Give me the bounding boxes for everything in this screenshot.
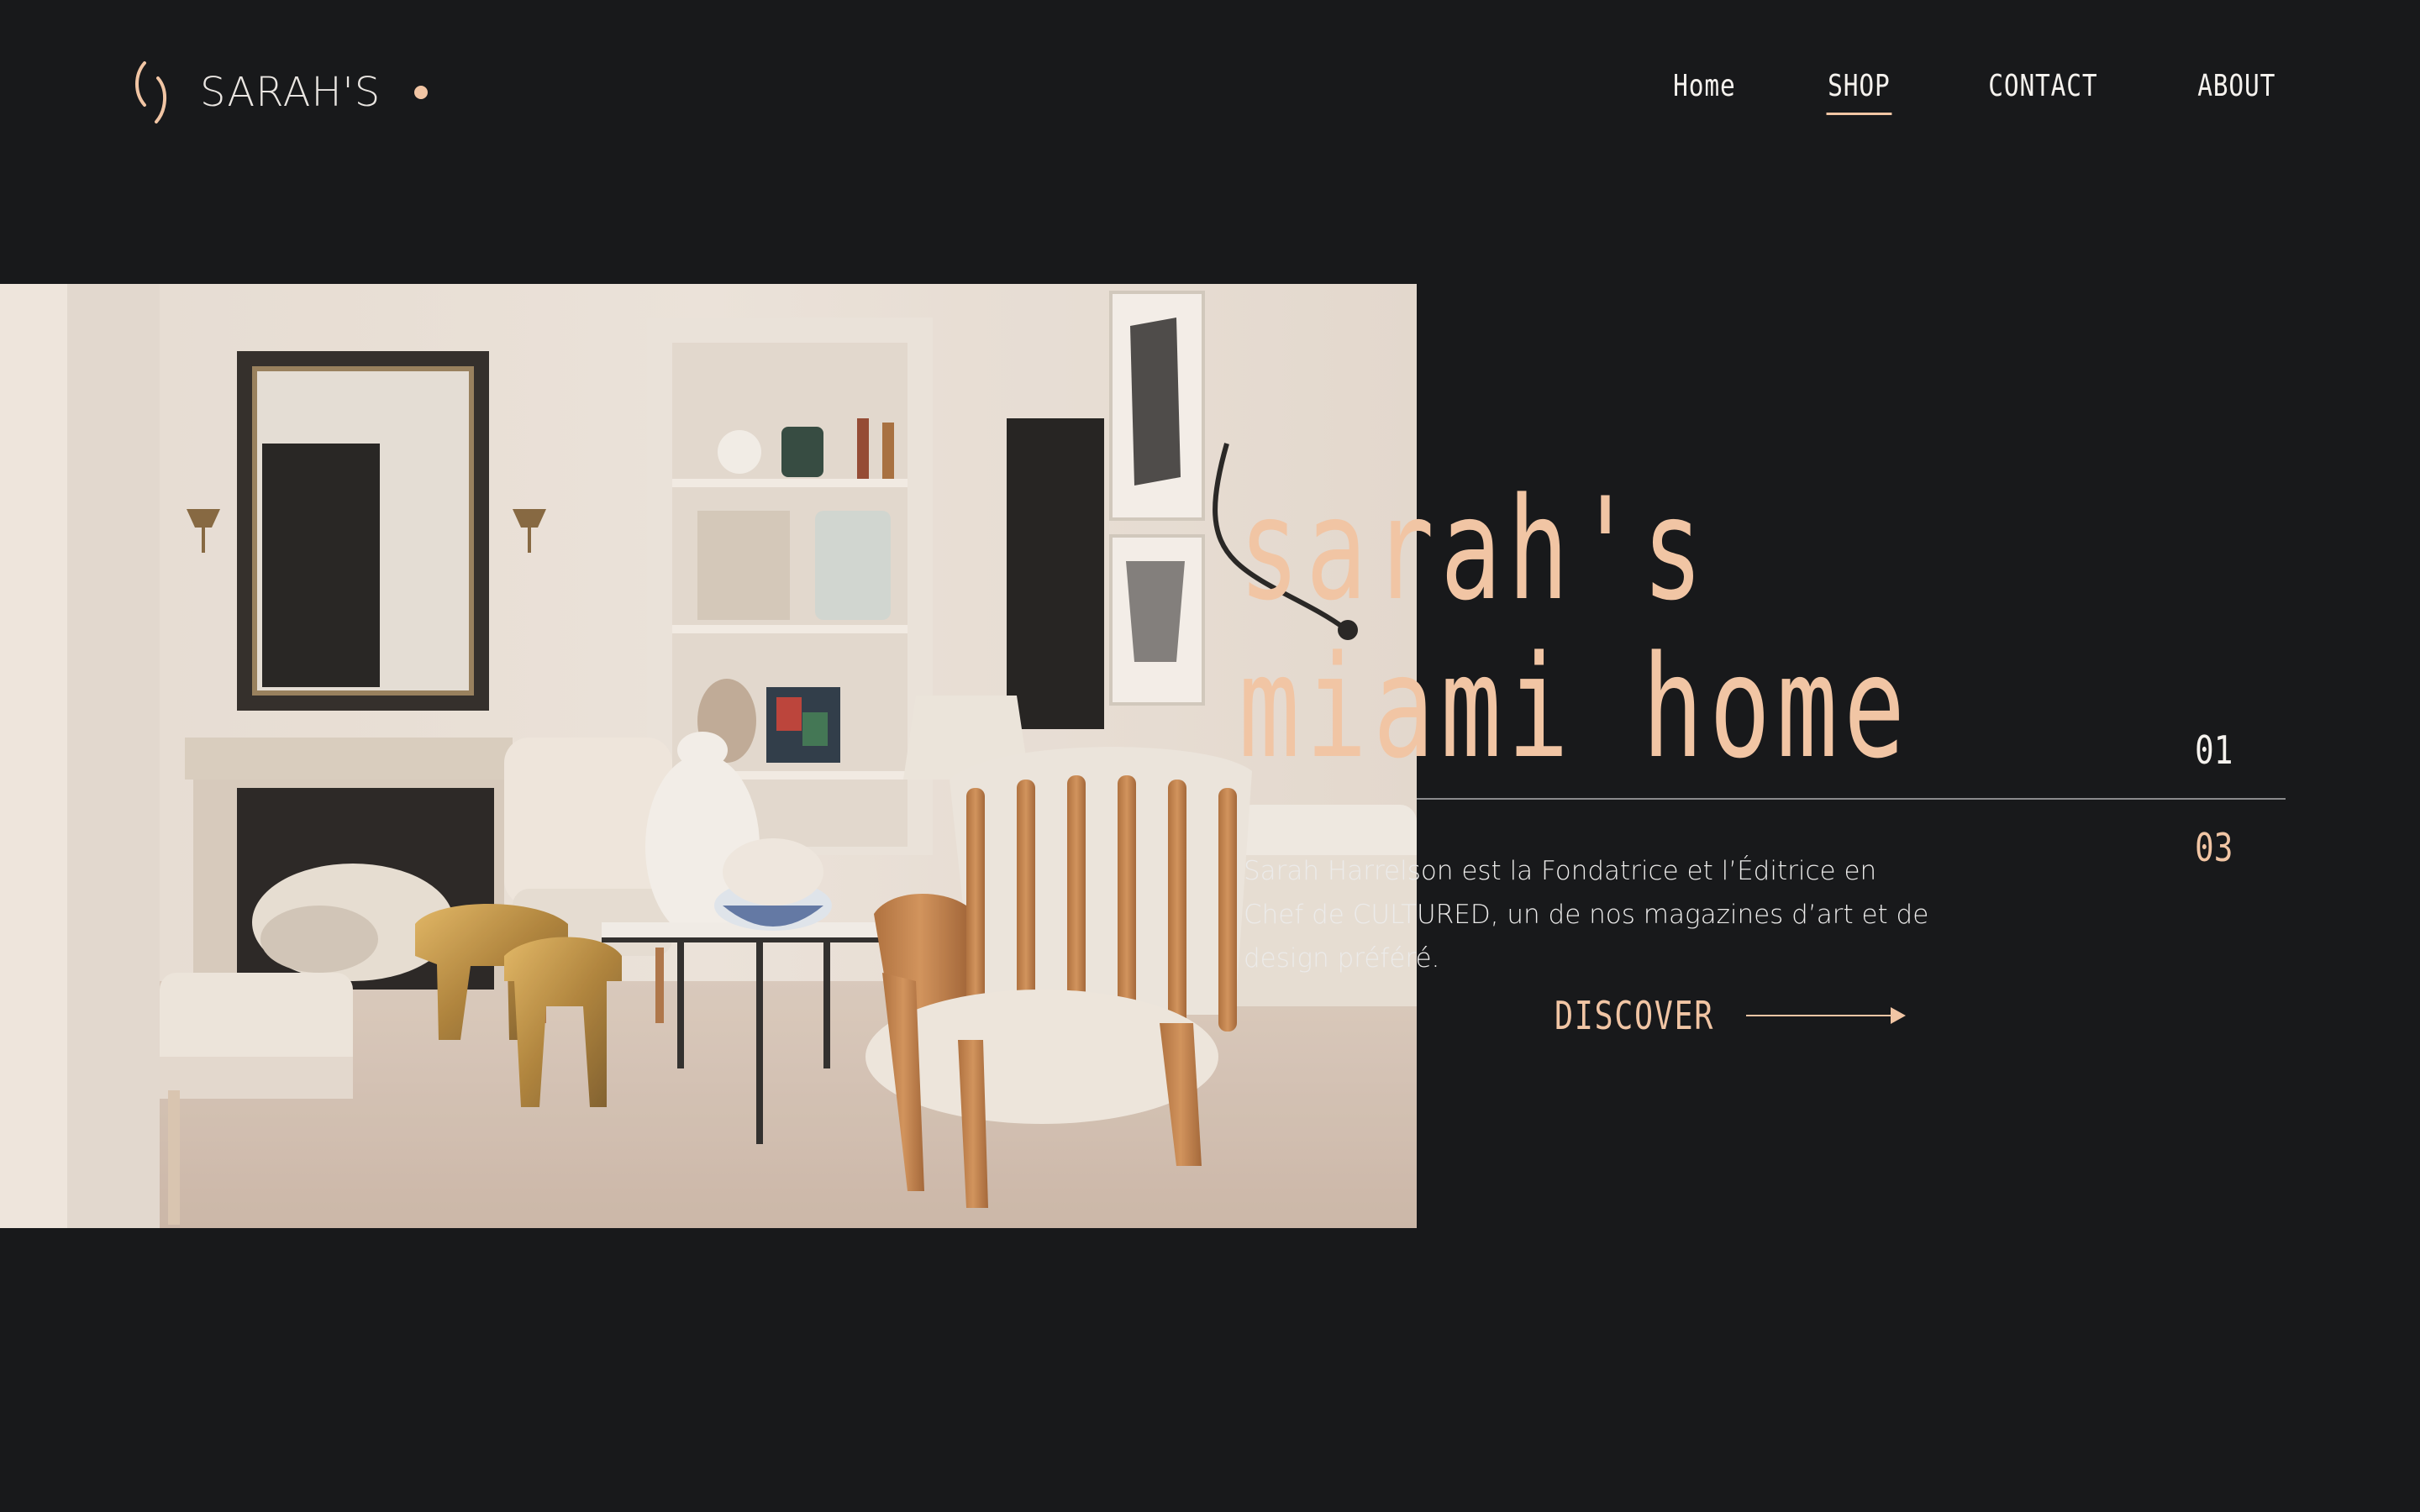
hero-title-line-2: miami home xyxy=(1239,625,1912,790)
brand-dot xyxy=(414,86,429,99)
parenthesis-mark-icon xyxy=(135,61,166,123)
slide-current-number: 01 xyxy=(2195,727,2233,773)
nav-shop-link[interactable]: SHOP xyxy=(1826,69,1892,115)
nav-contact-link[interactable]: CONTACT xyxy=(1988,69,2097,110)
hero-title: sarah's miami home xyxy=(1239,470,1911,786)
hero-description: Sarah Harrelson est la Fondatrice et l’É… xyxy=(1244,856,1929,974)
slide-total-number: 03 xyxy=(2195,825,2233,870)
hero-title-line-1: sarah's xyxy=(1239,467,1710,632)
brand-name: SARAH'S xyxy=(200,69,381,116)
hero-divider xyxy=(1417,798,2286,800)
nav-about-link[interactable]: ABOUT xyxy=(2197,69,2275,110)
brand-logo[interactable]: SARAH'S xyxy=(133,59,429,126)
living-room-illustration xyxy=(0,284,1417,1228)
hero-photo xyxy=(0,284,1417,1228)
discover-label: DISCOVER xyxy=(1555,993,1715,1038)
arrow-right-icon xyxy=(1746,1007,1906,1024)
discover-button[interactable]: DISCOVER xyxy=(1555,993,1906,1038)
main-nav: Home SHOP CONTACT ABOUT xyxy=(1587,69,2285,115)
nav-home-link[interactable]: Home xyxy=(1673,69,1735,110)
